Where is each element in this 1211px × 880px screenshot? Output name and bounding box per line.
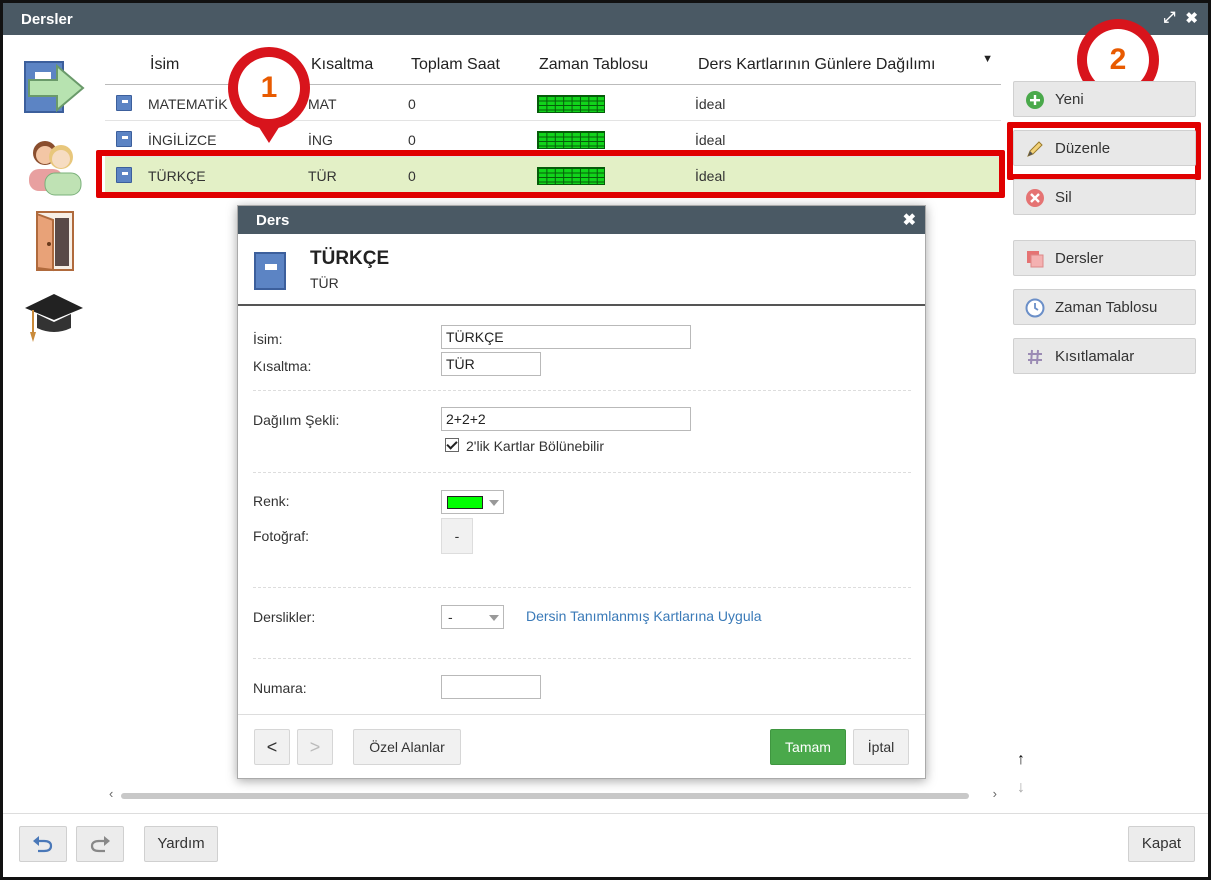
lesson-dialog: Ders ✖ TÜRKÇE TÜR İsim: Kısaltma: Dağılı… [237, 205, 926, 779]
maximize-icon[interactable]: ⤢ [1163, 9, 1175, 27]
book-icon [116, 95, 132, 111]
help-button[interactable]: Yardım [144, 826, 218, 862]
scrollbar-thumb[interactable] [121, 793, 969, 799]
col-name[interactable]: İsim [150, 56, 179, 74]
scroll-left-icon[interactable]: ‹ [109, 786, 113, 801]
cards-icon [1027, 251, 1044, 268]
photo-button[interactable]: - [441, 518, 473, 554]
dialog-lesson-name: TÜRKÇE [310, 248, 390, 269]
chevron-down-icon [489, 615, 499, 621]
split-cards-checkbox[interactable] [445, 438, 459, 452]
row-hours: 0 [408, 96, 416, 112]
teachers-icon[interactable] [23, 135, 85, 197]
distribution-label: Dağılım Şekli: [253, 412, 340, 428]
row-distribution: İdeal [695, 132, 726, 148]
cancel-button[interactable]: İptal [853, 729, 909, 765]
window-title: Dersler [21, 11, 73, 28]
prev-button[interactable]: < [254, 729, 290, 765]
lessons-import-icon[interactable] [23, 58, 85, 120]
col-distribution[interactable]: Ders Kartlarının Günlere Dağılımı [698, 56, 935, 74]
plus-circle-icon [1026, 91, 1044, 109]
divider [253, 587, 911, 588]
book-icon [254, 252, 286, 290]
window-footer: Yardım Kapat [3, 813, 1208, 877]
photo-label: Fotoğraf: [253, 528, 310, 544]
col-short[interactable]: Kısaltma [311, 56, 373, 74]
delete-circle-icon [1026, 189, 1044, 207]
row-name: MATEMATİK [148, 96, 228, 112]
scroll-right-icon[interactable]: › [993, 786, 997, 801]
undo-icon [33, 836, 53, 853]
close-button[interactable]: Kapat [1128, 826, 1195, 862]
new-button[interactable]: Yeni [1013, 81, 1196, 117]
classrooms-label: Derslikler: [253, 609, 316, 625]
dialog-titlebar: Ders ✖ [238, 206, 925, 234]
chevron-down-icon [489, 500, 499, 506]
row-name: İNGİLİZCE [148, 132, 217, 148]
graduation-cap-icon[interactable] [23, 288, 85, 350]
next-button[interactable]: > [297, 729, 333, 765]
color-picker[interactable] [441, 490, 504, 514]
timetable-grid-icon [537, 95, 605, 113]
apply-to-cards-link[interactable]: Dersin Tanımlanmış Kartlarına Uygula [526, 608, 762, 624]
row-hours: 0 [408, 132, 416, 148]
dialog-header: TÜRKÇE TÜR [238, 234, 925, 306]
lessons-window: Dersler ⤢ ✖ İsim Kısaltma Toplam Saat Za… [0, 0, 1211, 880]
callout-1: 1 [228, 47, 310, 143]
lessons-button[interactable]: Dersler [1013, 240, 1196, 276]
divider [253, 472, 911, 473]
sort-arrows: ↑ ↓ [1017, 751, 1025, 797]
hash-icon [1028, 349, 1042, 365]
book-icon [116, 131, 132, 147]
row-highlight-frame [96, 150, 1005, 198]
distribution-input[interactable] [441, 407, 691, 431]
dialog-lesson-short: TÜR [310, 275, 339, 291]
divider [253, 658, 911, 659]
number-input[interactable] [441, 675, 541, 699]
col-hours[interactable]: Toplam Saat [411, 56, 500, 74]
column-menu-icon[interactable]: ▼ [982, 53, 993, 65]
redo-icon [90, 836, 110, 853]
row-short: MAT [308, 96, 337, 112]
short-label: Kısaltma: [253, 358, 312, 374]
dialog-close-icon[interactable]: ✖ [903, 210, 916, 230]
split-cards-label: 2'lik Kartlar Bölünebilir [466, 438, 605, 454]
custom-fields-button[interactable]: Özel Alanlar [353, 729, 461, 765]
pencil-icon [1027, 141, 1043, 157]
ok-button[interactable]: Tamam [770, 729, 846, 765]
row-short: İNG [308, 132, 333, 148]
redo-button[interactable] [76, 826, 124, 862]
close-icon[interactable]: ✖ [1185, 9, 1198, 27]
color-swatch [447, 496, 483, 509]
timetable-button[interactable]: Zaman Tablosu [1013, 289, 1196, 325]
edit-button[interactable]: Düzenle [1013, 130, 1196, 166]
col-timetable[interactable]: Zaman Tablosu [539, 56, 648, 74]
number-label: Numara: [253, 680, 307, 696]
move-down-icon[interactable]: ↓ [1017, 779, 1025, 797]
dialog-title: Ders [256, 212, 290, 229]
horizontal-scrollbar[interactable]: ‹ › [107, 786, 999, 802]
name-input[interactable] [441, 325, 691, 349]
constraints-button[interactable]: Kısıtlamalar [1013, 338, 1196, 374]
color-label: Renk: [253, 493, 290, 509]
clock-icon [1025, 298, 1045, 318]
dialog-footer: < > Özel Alanlar Tamam İptal [238, 714, 925, 778]
move-up-icon[interactable]: ↑ [1017, 751, 1025, 769]
name-label: İsim: [253, 331, 283, 347]
classrooms-value: - [448, 609, 453, 625]
window-titlebar: Dersler ⤢ ✖ [3, 3, 1208, 35]
delete-button[interactable]: Sil [1013, 179, 1196, 215]
callout-1-number: 1 [238, 57, 300, 119]
undo-button[interactable] [19, 826, 67, 862]
divider [253, 390, 911, 391]
short-input[interactable] [441, 352, 541, 376]
classrooms-door-icon[interactable] [23, 210, 85, 272]
timetable-grid-icon [537, 131, 605, 149]
classrooms-select[interactable]: - [441, 605, 504, 629]
row-distribution: İdeal [695, 96, 726, 112]
